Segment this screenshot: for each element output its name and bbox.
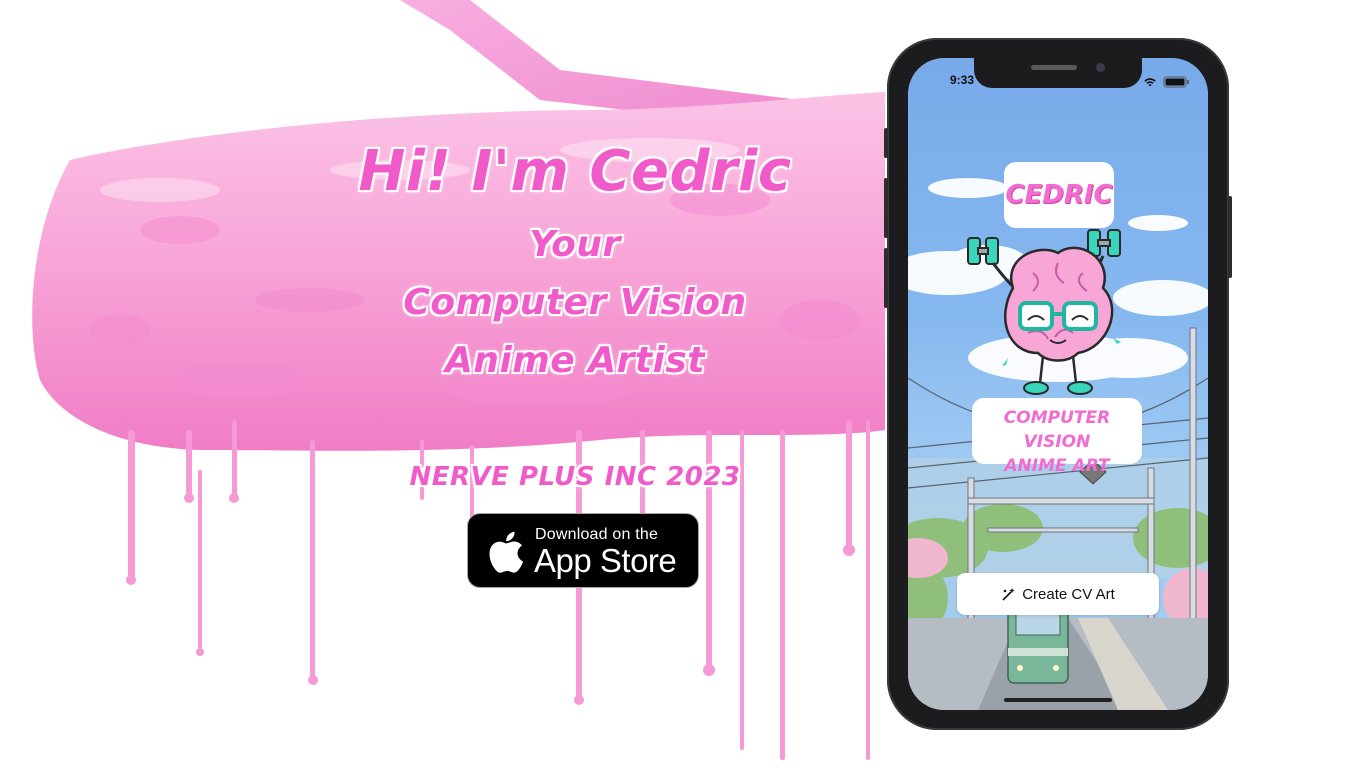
phone-mockup: 9:33 CEDRIC COMPUTER VISION ANIME ART Cr… [884, 38, 1232, 730]
volume-down-button [884, 248, 888, 308]
mute-switch [884, 128, 888, 158]
company-credit: NERVE PLUS INC 2023 [409, 462, 741, 492]
apple-icon [489, 531, 524, 573]
status-icons [1144, 73, 1192, 92]
power-button [1228, 196, 1232, 278]
phone-screen: 9:33 CEDRIC COMPUTER VISION ANIME ART Cr… [908, 58, 1208, 710]
hero-title: Hi! I'm Cedric [358, 139, 792, 204]
app-store-line-2: App Store [534, 542, 677, 579]
app-title-label: CEDRIC [1004, 162, 1114, 228]
home-indicator[interactable] [1004, 698, 1112, 702]
app-store-badge-button[interactable]: Download on the App Store [467, 513, 699, 588]
notch-camera [1096, 63, 1105, 72]
status-time: 9:33 [950, 73, 975, 87]
notch-speaker [1031, 65, 1077, 70]
volume-up-button [884, 178, 888, 238]
hero-subtitle-line-2: Computer Vision [403, 282, 747, 323]
phone-notch [974, 58, 1142, 88]
battery-icon [1163, 76, 1189, 88]
create-cv-art-button[interactable]: Create CV Art [957, 573, 1159, 615]
app-subtitle-line-2: ANIME ART [1004, 456, 1110, 476]
app-subtitle-label: COMPUTER VISION ANIME ART [972, 398, 1142, 476]
wifi-icon [1144, 78, 1156, 87]
app-subtitle-line-1: COMPUTER VISION [1003, 408, 1111, 452]
create-cv-art-label: Create CV Art [1022, 585, 1115, 603]
magic-wand-icon [1002, 587, 1015, 601]
hero-subtitle-line-1: Your [529, 224, 621, 265]
hero-subtitle-line-3: Anime Artist [444, 340, 706, 381]
